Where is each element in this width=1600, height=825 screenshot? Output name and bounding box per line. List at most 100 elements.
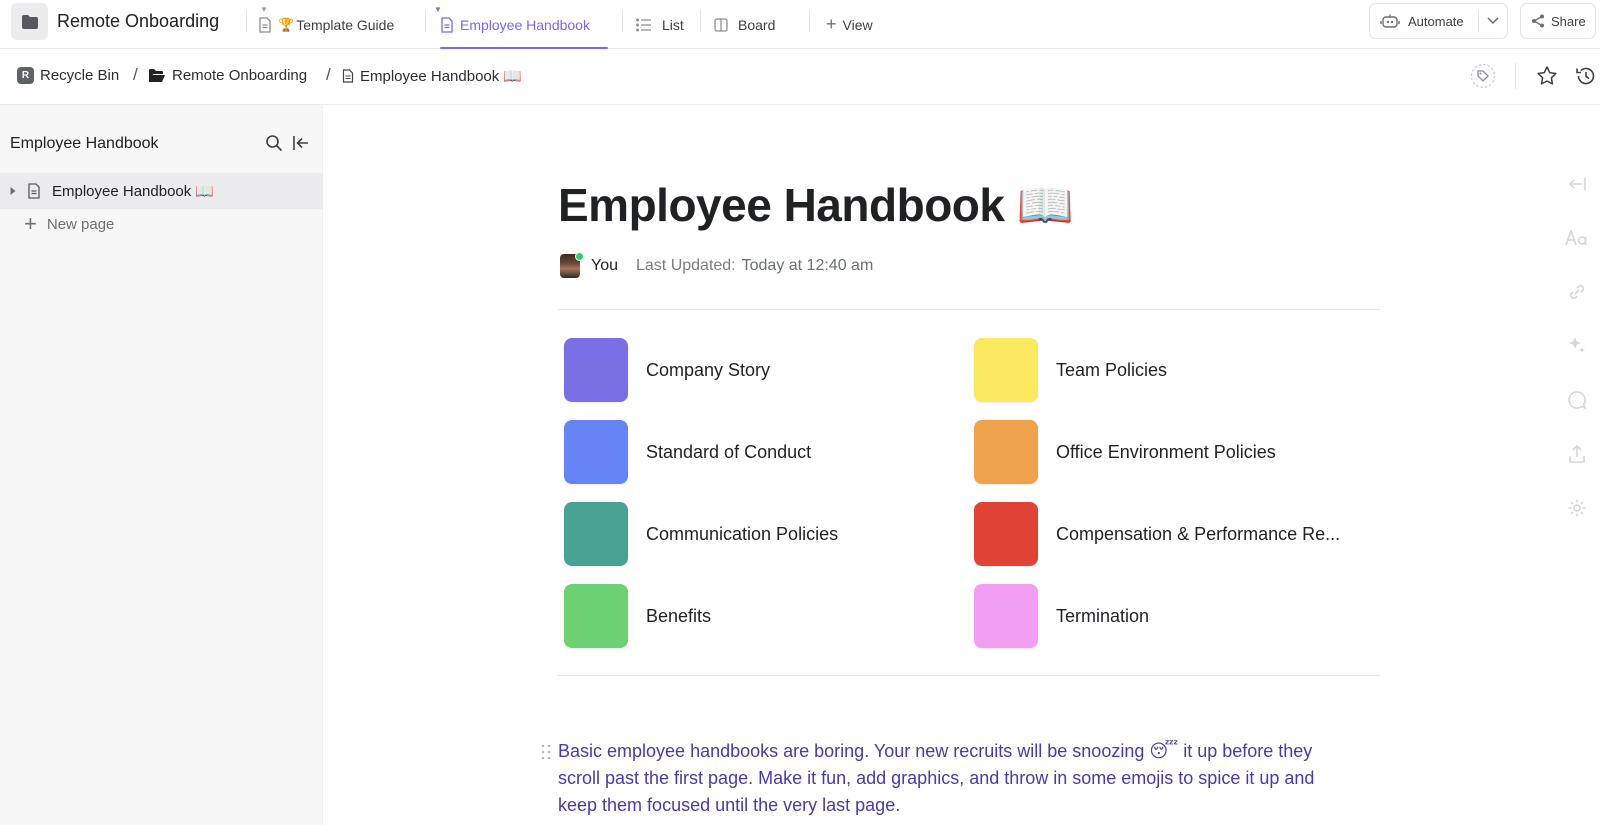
section-label: Communication Policies [646, 523, 839, 544]
top-bar: Remote Onboarding ▼ 🏆 Template Guide ▼ E… [0, 0, 1600, 49]
search-icon[interactable] [265, 134, 283, 152]
section-label: Company Story [646, 359, 771, 380]
settings-icon[interactable] [1562, 496, 1592, 520]
automate-button[interactable]: Automate [1369, 3, 1508, 39]
doc-icon [28, 183, 40, 199]
breadcrumb-remote-onboarding[interactable]: Remote Onboarding [148, 67, 307, 84]
add-view-button[interactable]: + View [826, 0, 873, 49]
author-name: You [591, 257, 618, 274]
tab-template-guide[interactable]: ▼ 🏆 Template Guide [258, 0, 394, 49]
tab-label: List [662, 16, 684, 33]
star-icon[interactable] [1536, 61, 1558, 91]
section-card[interactable]: Benefits [564, 584, 711, 648]
breadcrumb-label: Employee Handbook 📖 [360, 68, 523, 85]
section-swatch [564, 502, 628, 566]
typography-icon[interactable] [1562, 226, 1592, 250]
list-icon [636, 18, 651, 31]
pin-icon: ▼ [260, 5, 268, 14]
section-card[interactable]: Standard of Conduct [564, 420, 811, 484]
space-badge: R [17, 67, 34, 84]
share-icon [1532, 14, 1544, 28]
plus-icon: + [826, 14, 837, 34]
button-divider [1478, 10, 1479, 32]
tab-divider [246, 10, 247, 32]
section-swatch [974, 420, 1038, 484]
share-button[interactable]: Share [1520, 3, 1596, 39]
section-swatch [564, 420, 628, 484]
board-icon [714, 17, 728, 32]
plus-icon: + [24, 211, 37, 236]
breadcrumb-recycle-bin[interactable]: R Recycle Bin [17, 67, 119, 84]
breadcrumb-label: Recycle Bin [40, 67, 120, 84]
section-swatch [974, 584, 1038, 648]
section-card[interactable]: Office Environment Policies [974, 420, 1276, 484]
tab-divider [809, 10, 810, 32]
section-card[interactable]: Termination [974, 584, 1149, 648]
caret-right-icon[interactable] [9, 186, 17, 196]
chevron-down-icon[interactable] [1487, 16, 1499, 26]
link-icon[interactable] [1562, 280, 1592, 304]
last-updated-label: Last Updated: [636, 257, 736, 274]
drag-handle-icon[interactable] [540, 743, 552, 761]
doc-icon [342, 69, 354, 83]
tab-label: Board [738, 16, 776, 33]
sidebar-title: Employee Handbook [10, 135, 159, 152]
section-card[interactable]: Company Story [564, 338, 770, 402]
tab-label: Employee Handbook [460, 16, 590, 33]
divider [558, 675, 1380, 676]
sidebar-item-label: Employee Handbook 📖 [52, 183, 215, 200]
section-swatch [564, 584, 628, 648]
section-label: Standard of Conduct [646, 441, 812, 462]
ai-sparkle-icon[interactable] [1562, 334, 1592, 358]
tab-board[interactable]: Board [714, 0, 775, 49]
comment-icon[interactable] [1562, 388, 1592, 412]
tab-divider [425, 10, 426, 32]
expand-width-icon[interactable] [1562, 172, 1592, 196]
divider [558, 309, 1380, 310]
upload-icon[interactable] [1562, 442, 1592, 466]
section-card[interactable]: Compensation & Performance Re... [974, 502, 1340, 566]
tab-divider [700, 10, 701, 32]
section-card[interactable]: Communication Policies [564, 502, 838, 566]
avatar[interactable] [560, 252, 584, 278]
last-updated-value: Today at 12:40 am [741, 257, 874, 274]
robot-icon [1380, 14, 1400, 28]
sidebar-item-employee-handbook[interactable]: Employee Handbook 📖 [0, 173, 323, 209]
trophy-icon: 🏆 [278, 16, 295, 32]
folder-icon[interactable] [11, 3, 48, 40]
section-label: Team Policies [1056, 359, 1168, 380]
sidebar: Employee Handbook Employee Handbook 📖 + … [0, 105, 323, 825]
new-page-button[interactable]: + New page [24, 211, 115, 236]
toolbar-divider [1515, 63, 1516, 89]
section-swatch [974, 338, 1038, 402]
share-label: Share [1551, 13, 1586, 29]
section-label: Compensation & Performance Re... [1056, 523, 1341, 544]
tab-divider [622, 10, 623, 32]
page-meta: You Last Updated: Today at 12:40 am [560, 252, 874, 278]
section-label: Termination [1056, 605, 1150, 626]
tab-list[interactable]: List [636, 0, 684, 49]
automate-label: Automate [1408, 13, 1464, 29]
doc-icon [441, 16, 453, 33]
section-card[interactable]: Team Policies [974, 338, 1167, 402]
breadcrumb: R Recycle Bin / Remote Onboarding / Empl… [0, 49, 1600, 105]
tab-label: Template Guide [296, 16, 395, 33]
breadcrumb-label: Remote Onboarding [172, 67, 308, 84]
intro-paragraph[interactable]: Basic employee handbooks are boring. You… [558, 738, 1358, 819]
section-label: Benefits [646, 605, 712, 626]
collapse-sidebar-icon[interactable] [292, 135, 310, 151]
breadcrumb-separator: / [133, 65, 138, 84]
section-label: Office Environment Policies [1056, 441, 1276, 462]
section-swatch [974, 502, 1038, 566]
pin-icon: ▼ [434, 5, 442, 14]
open-folder-icon [149, 69, 165, 82]
breadcrumb-employee-handbook[interactable]: Employee Handbook 📖 [342, 67, 522, 85]
space-title[interactable]: Remote Onboarding [57, 11, 219, 32]
tag-icon[interactable] [1470, 61, 1496, 91]
doc-icon [259, 16, 271, 33]
tab-label: View [842, 16, 873, 33]
tab-employee-handbook[interactable]: ▼ Employee Handbook [434, 0, 608, 49]
new-page-label: New page [46, 215, 115, 233]
history-icon[interactable] [1575, 61, 1597, 91]
page-title[interactable]: Employee Handbook 📖 [558, 178, 1074, 233]
